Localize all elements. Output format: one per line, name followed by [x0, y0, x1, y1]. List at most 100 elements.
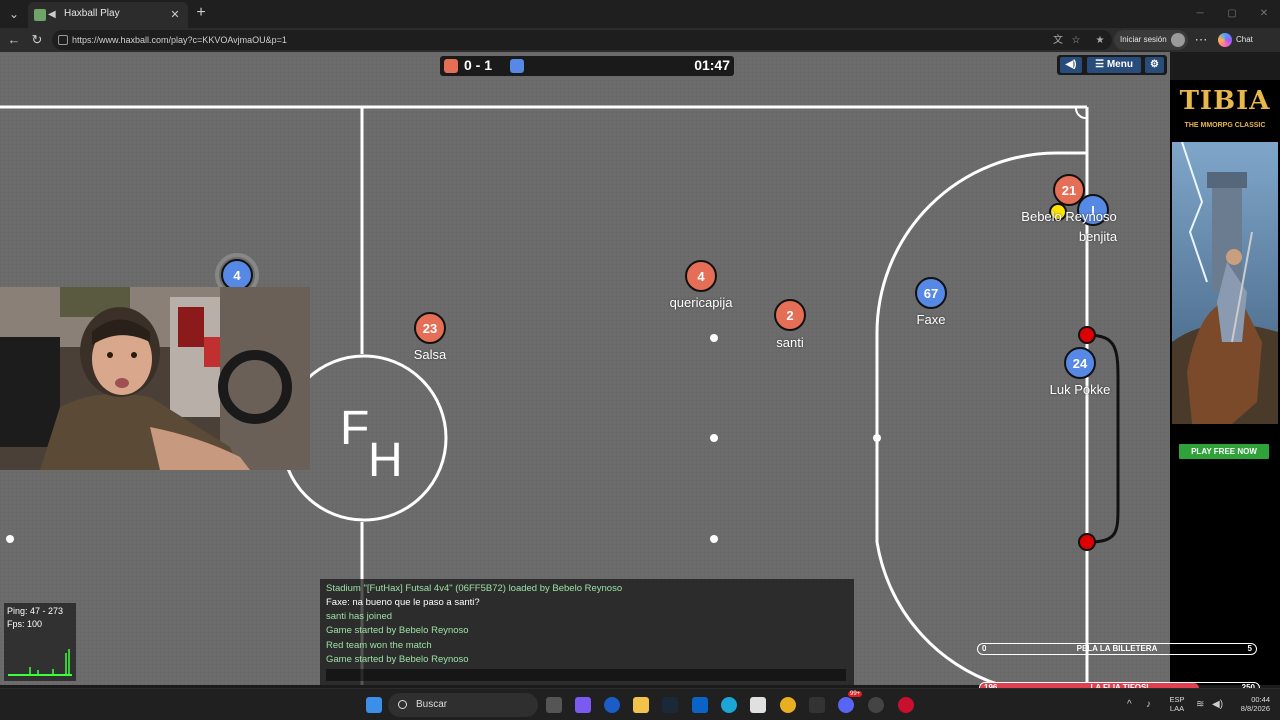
favorites-icon[interactable]: ★	[1094, 35, 1106, 47]
task-view-icon[interactable]	[546, 697, 562, 713]
new-tab-button[interactable]: +	[192, 4, 210, 22]
player-name: quericapija	[669, 295, 733, 310]
clock[interactable]: 00:44 8/8/2026	[1230, 695, 1270, 713]
scoreboard: 0 - 1 01:47	[440, 56, 734, 76]
field-marker	[710, 535, 718, 543]
player-name: Salsa	[413, 347, 447, 362]
game-chat: Stadium "[FutHax] Futsal 4v4" (06FF5B72)…	[320, 579, 854, 685]
favorite-star-icon[interactable]: ☆	[1070, 35, 1082, 47]
chrome-icon[interactable]	[780, 697, 796, 713]
search-icon	[398, 700, 407, 709]
player-disc: 24	[1064, 347, 1096, 379]
player-disc: 4	[685, 260, 717, 292]
game-menu-bar: ◀) ☰ Menu ⚙	[1057, 55, 1167, 75]
player-name: Bebelo Reynoso	[1021, 209, 1117, 224]
center-logo-h: H	[368, 434, 403, 487]
epic-games-icon[interactable]	[809, 697, 825, 713]
minimize-button[interactable]: ─	[1184, 0, 1216, 28]
webcam-overlay	[0, 287, 310, 470]
microphone-icon[interactable]: ♪	[1146, 699, 1151, 710]
opera-icon[interactable]	[898, 697, 914, 713]
match-timer: 01:47	[694, 57, 730, 73]
play-free-button[interactable]: PLAY FREE NOW	[1179, 444, 1269, 459]
field-marker	[6, 535, 14, 543]
ad-banner[interactable]: TIBIA THE MMORPG CLASSIC PLAY FREE NOW	[1170, 80, 1280, 685]
store-icon[interactable]	[750, 697, 766, 713]
site-info-icon[interactable]	[58, 35, 68, 45]
chat-input[interactable]	[326, 669, 846, 681]
settings-button[interactable]: ⚙	[1145, 57, 1164, 73]
discord-icon[interactable]	[838, 697, 854, 713]
goal-bar-target: 5	[1247, 644, 1252, 653]
gear-icon: ⚙	[1150, 59, 1159, 70]
chevron-up-icon[interactable]: ^	[1127, 699, 1132, 710]
speaker-icon[interactable]: ◀	[48, 9, 60, 21]
sound-button[interactable]: ◀)	[1060, 57, 1082, 73]
player-number: 21	[1062, 183, 1076, 198]
start-icon[interactable]	[366, 697, 382, 713]
tab-haxball[interactable]: ◀ Haxball Play ✕	[28, 2, 188, 28]
edge-icon[interactable]	[721, 697, 737, 713]
player-name: Faxe	[916, 312, 946, 327]
webcam-feed	[0, 287, 310, 470]
maximize-button[interactable]: ▢	[1216, 0, 1248, 28]
player-disc: 2	[774, 299, 806, 331]
player-number: 2	[786, 308, 793, 323]
clock-time: 00:44	[1251, 695, 1270, 704]
close-icon[interactable]: ✕	[168, 8, 182, 22]
copilot-chat-button[interactable]: Chat	[1214, 30, 1264, 50]
translate-icon[interactable]: 文	[1052, 35, 1064, 47]
copilot-icon	[1218, 33, 1232, 47]
fps-text: Fps: 100	[7, 619, 43, 629]
steam-icon[interactable]	[662, 697, 678, 713]
center-logo-f: F	[340, 402, 369, 455]
signin-label: Iniciar sesión	[1120, 35, 1167, 44]
tab-list-chevron-icon[interactable]: ⌄	[4, 4, 24, 24]
back-button[interactable]: ←	[4, 30, 24, 50]
player-disc: 23	[414, 312, 446, 344]
signin-button[interactable]: Iniciar sesión	[1114, 30, 1188, 50]
ping-text: Ping: 47 - 273	[7, 606, 64, 616]
tab-title: Haxball Play	[64, 8, 120, 19]
player-number: 4	[697, 269, 705, 284]
more-options-icon[interactable]: ⋯	[1191, 30, 1211, 50]
player-name: Luk Pokke	[1049, 382, 1111, 397]
player-number: 24	[1073, 356, 1088, 371]
goal-post	[1078, 533, 1096, 551]
file-explorer-icon[interactable]	[633, 697, 649, 713]
hamburger-icon: ☰	[1095, 59, 1107, 70]
clock-date: 8/8/2026	[1240, 704, 1270, 713]
chat-message: Game started by Bebelo Reynoso	[326, 654, 469, 665]
score: 0 - 1	[464, 57, 493, 73]
reload-button[interactable]: ↻	[27, 30, 47, 50]
player-number: 4	[233, 268, 241, 283]
chat-message: Faxe: na bueno que le paso a santi?	[326, 597, 480, 608]
blue-team-icon	[510, 59, 524, 73]
network-icon[interactable]: ≋	[1196, 699, 1204, 710]
goal-bar: 0 PELA LA BILLETERA 5	[977, 643, 1257, 655]
m365-icon[interactable]	[575, 697, 591, 713]
player-disc: 21	[1053, 174, 1085, 206]
ea-app-icon[interactable]	[604, 697, 620, 713]
ad-subtitle: THE MMORPG CLASSIC	[1184, 122, 1266, 129]
outlook-icon[interactable]	[692, 697, 708, 713]
haxball-favicon-icon	[34, 9, 46, 21]
window-controls: ─ ▢ ✕	[1184, 0, 1280, 28]
window-close-button[interactable]: ✕	[1248, 0, 1280, 28]
goal-bar-label: PELA LA BILLETERA	[1076, 644, 1158, 653]
discord-badge: 99+	[848, 691, 863, 697]
language-indicator[interactable]: ESP LAA	[1166, 695, 1188, 713]
volume-icon[interactable]: ◀)	[1212, 699, 1223, 710]
network-stats: Ping: 47 - 273 Fps: 100	[4, 603, 76, 681]
browser-tab-bar: ⌄ ◀ Haxball Play ✕ + ─ ▢ ✕	[0, 0, 1280, 28]
ad-artwork	[1172, 142, 1278, 424]
search-placeholder: Buscar	[416, 699, 448, 710]
address-bar[interactable]: https://www.haxball.com/play?c=KKVOAvjma…	[52, 30, 1112, 50]
chat-message: santi has joined	[326, 611, 393, 622]
obs-icon[interactable]	[868, 697, 884, 713]
taskbar-search[interactable]: Buscar	[388, 693, 538, 717]
menu-label: Menu	[1106, 59, 1133, 70]
chat-message: Game started by Bebelo Reynoso	[326, 625, 469, 636]
browser-toolbar: ← ↻ https://www.haxball.com/play?c=KKVOA…	[0, 28, 1280, 52]
menu-button[interactable]: ☰ Menu	[1087, 57, 1141, 73]
